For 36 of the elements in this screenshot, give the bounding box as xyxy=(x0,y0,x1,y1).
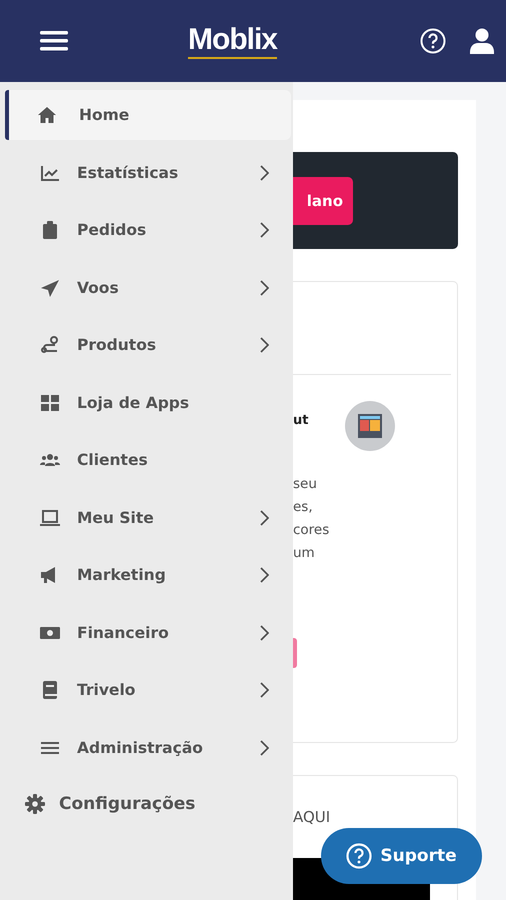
menu-item[interactable]: Financeiro xyxy=(5,604,291,662)
menu-item[interactable]: Marketing xyxy=(5,546,291,604)
plane-icon xyxy=(40,278,60,297)
card-text: es, xyxy=(293,498,314,517)
menu-item[interactable]: Estatísticas xyxy=(5,144,291,202)
menu-item[interactable]: Clientes xyxy=(5,432,291,489)
book-icon xyxy=(40,681,60,700)
menu-item[interactable]: Home xyxy=(5,90,291,140)
laptop-icon xyxy=(40,508,60,527)
menu-item[interactable]: Trivelo xyxy=(5,662,291,719)
card-heading: AQUI xyxy=(293,808,332,826)
menu-item[interactable]: Meu Site xyxy=(5,489,291,546)
gear-icon xyxy=(25,794,45,814)
support-button[interactable]: Suporte xyxy=(321,828,482,884)
plan-button[interactable]: lano xyxy=(293,176,353,224)
menu-item[interactable]: Administração xyxy=(5,719,291,776)
menu-item[interactable]: Produtos xyxy=(5,316,291,374)
clipboard-icon xyxy=(40,221,60,240)
menu-item[interactable]: Loja de Apps xyxy=(5,374,291,432)
home-icon xyxy=(37,106,57,124)
help-icon[interactable] xyxy=(420,28,446,54)
chart-icon xyxy=(40,164,60,182)
card-title: ut xyxy=(293,412,308,428)
menu-item[interactable]: Voos xyxy=(5,259,291,316)
help-icon xyxy=(346,843,372,869)
route-icon xyxy=(40,336,60,354)
logo[interactable]: Moblix xyxy=(188,23,277,59)
settings-item[interactable]: Configurações xyxy=(0,778,293,828)
grid-icon xyxy=(40,394,60,412)
card-text: cores xyxy=(293,521,330,540)
menu-icon[interactable] xyxy=(40,30,68,52)
layout-icon xyxy=(345,401,395,451)
card-text: seu xyxy=(293,475,318,494)
card-text: um xyxy=(293,544,316,563)
menu-item[interactable]: Pedidos xyxy=(5,202,291,259)
user-icon[interactable] xyxy=(470,28,494,54)
